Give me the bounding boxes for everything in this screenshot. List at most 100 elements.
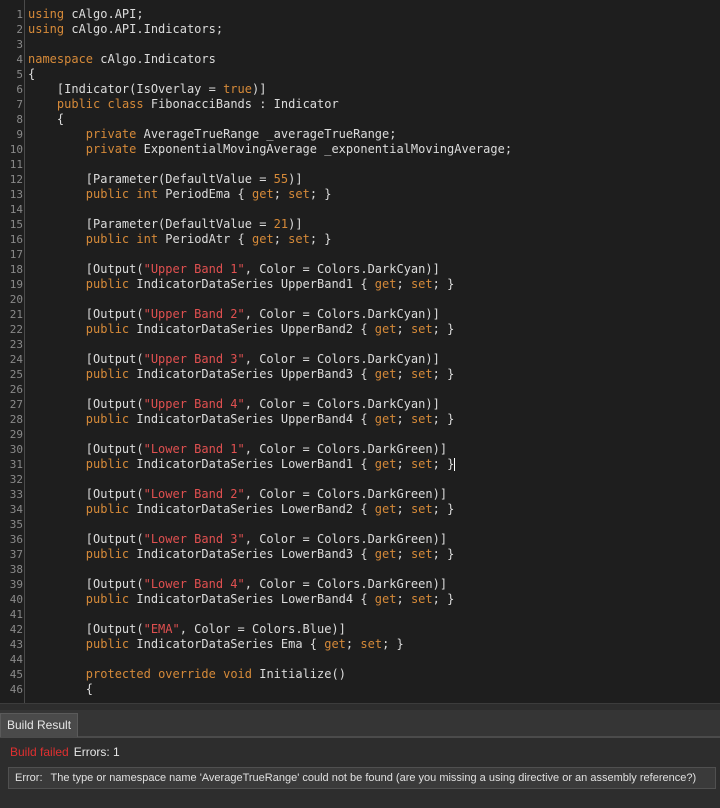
code-line[interactable]: 17: [0, 247, 720, 262]
string-token: "Upper Band 4": [143, 397, 245, 411]
code-line[interactable]: 36 [Output("Lower Band 3", Color = Color…: [0, 532, 720, 547]
code-text: public IndicatorDataSeries UpperBand2 { …: [28, 322, 455, 337]
code-line[interactable]: 32: [0, 472, 720, 487]
code-line[interactable]: 23: [0, 337, 720, 352]
keyword-token: get: [374, 547, 397, 561]
code-line[interactable]: 8 {: [0, 112, 720, 127]
panel-tab-bar: Build Result: [0, 710, 720, 738]
code-token: ; }: [382, 637, 404, 651]
code-token: [Indicator(IsOverlay =: [28, 82, 224, 96]
code-line[interactable]: 20: [0, 292, 720, 307]
errors-count: Errors: 1: [73, 745, 120, 759]
line-number: 24: [9, 353, 23, 366]
code-line[interactable]: 41: [0, 607, 720, 622]
number-token: 55: [273, 172, 289, 186]
code-token: AverageTrueRange _averageTrueRange;: [136, 127, 397, 141]
build-status: Build failed Errors: 1: [10, 745, 120, 759]
code-token: [Output(: [28, 442, 144, 456]
code-editor[interactable]: 1 using cAlgo.API; 2 using cAlgo.API.Indica…: [0, 0, 720, 704]
code-token: ; }: [432, 547, 455, 561]
code-text: public int PeriodEma { get; set; }: [28, 187, 332, 202]
keyword-token: void: [223, 667, 252, 681]
code-line[interactable]: 35: [0, 517, 720, 532]
code-line[interactable]: 24 [Output("Upper Band 3", Color = Color…: [0, 352, 720, 367]
tab-build-result[interactable]: Build Result: [0, 713, 79, 737]
code-line[interactable]: 3: [0, 37, 720, 52]
keyword-token: get: [374, 592, 397, 606]
line-number: 38: [9, 563, 23, 576]
code-line[interactable]: 44: [0, 652, 720, 667]
code-line[interactable]: 40 public IndicatorDataSeries LowerBand4…: [0, 592, 720, 607]
code-line[interactable]: 21 [Output("Upper Band 2", Color = Color…: [0, 307, 720, 322]
code-text: [Output("Upper Band 3", Color = Colors.D…: [28, 352, 440, 367]
code-line[interactable]: 10 private ExponentialMovingAverage _exp…: [0, 142, 720, 157]
code-line[interactable]: 37 public IndicatorDataSeries LowerBand3…: [0, 547, 720, 562]
code-line[interactable]: 16 public int PeriodAtr { get; set; }: [0, 232, 720, 247]
code-line[interactable]: 11: [0, 157, 720, 172]
error-row[interactable]: Error: The type or namespace name 'Averag…: [8, 767, 716, 789]
line-number: 33: [9, 488, 23, 501]
code-line[interactable]: 28 public IndicatorDataSeries UpperBand4…: [0, 412, 720, 427]
code-token: Initialize(): [252, 667, 346, 681]
line-number: 35: [9, 518, 23, 531]
code-line[interactable]: 39 [Output("Lower Band 4", Color = Color…: [0, 577, 720, 592]
line-number: 27: [9, 398, 23, 411]
code-text: public IndicatorDataSeries LowerBand4 { …: [28, 592, 455, 607]
code-token: ;: [273, 232, 289, 246]
code-text: private AverageTrueRange _averageTrueRan…: [28, 127, 397, 142]
code-token: ;: [273, 187, 289, 201]
code-line[interactable]: 6 [Indicator(IsOverlay = true)]: [0, 82, 720, 97]
code-line[interactable]: 29: [0, 427, 720, 442]
keyword-token: public: [85, 502, 130, 516]
string-token: "Upper Band 3": [143, 352, 245, 366]
code-token: FibonacciBands : Indicator: [143, 97, 339, 111]
code-line[interactable]: 43 public IndicatorDataSeries Ema { get;…: [0, 637, 720, 652]
code-token: IndicatorDataSeries UpperBand2 {: [129, 322, 375, 336]
code-line[interactable]: 22 public IndicatorDataSeries UpperBand2…: [0, 322, 720, 337]
code-line[interactable]: 19 public IndicatorDataSeries UpperBand1…: [0, 277, 720, 292]
code-line[interactable]: 2 using cAlgo.API.Indicators;: [0, 22, 720, 37]
line-number: 34: [9, 503, 23, 516]
code-token: , Color = Colors.DarkGreen)]: [244, 532, 448, 546]
code-line[interactable]: 12 [Parameter(DefaultValue = 55)]: [0, 172, 720, 187]
code-text: [Output("Lower Band 4", Color = Colors.D…: [28, 577, 447, 592]
string-token: "Lower Band 2": [143, 487, 245, 501]
code-line[interactable]: 13 public int PeriodEma { get; set; }: [0, 187, 720, 202]
code-line[interactable]: 14: [0, 202, 720, 217]
code-text: {: [28, 682, 93, 697]
code-line[interactable]: 7 public class FibonacciBands : Indicato…: [0, 97, 720, 112]
line-number: 7: [16, 98, 23, 111]
code-line[interactable]: 46 {: [0, 682, 720, 697]
code-token: ; }: [309, 232, 332, 246]
code-line[interactable]: 1 using cAlgo.API;: [0, 7, 720, 22]
code-token: ; }: [432, 322, 455, 336]
code-line[interactable]: 45 protected override void Initialize(): [0, 667, 720, 682]
keyword-token: int: [136, 187, 159, 201]
code-line[interactable]: 33 [Output("Lower Band 2", Color = Color…: [0, 487, 720, 502]
code-line[interactable]: 42 [Output("EMA", Color = Colors.Blue)]: [0, 622, 720, 637]
keyword-token: set: [288, 232, 310, 246]
string-token: "Lower Band 1": [143, 442, 245, 456]
code-text: [Output("Lower Band 1", Color = Colors.D…: [28, 442, 447, 457]
code-token: IndicatorDataSeries LowerBand4 {: [129, 592, 375, 606]
code-line[interactable]: 5{: [0, 67, 720, 82]
code-line[interactable]: 18 [Output("Upper Band 1", Color = Color…: [0, 262, 720, 277]
code-line[interactable]: 38: [0, 562, 720, 577]
keyword-token: set: [410, 592, 433, 606]
code-line[interactable]: 25 public IndicatorDataSeries UpperBand3…: [0, 367, 720, 382]
code-line[interactable]: 31 public IndicatorDataSeries LowerBand1…: [0, 457, 720, 472]
line-number: 16: [9, 233, 23, 246]
code-line[interactable]: 34 public IndicatorDataSeries LowerBand2…: [0, 502, 720, 517]
code-line[interactable]: 9 private AverageTrueRange _averageTrueR…: [0, 127, 720, 142]
code-text: [Indicator(IsOverlay = true)]: [28, 82, 267, 97]
code-line[interactable]: 30 [Output("Lower Band 1", Color = Color…: [0, 442, 720, 457]
code-line[interactable]: 26: [0, 382, 720, 397]
code-line[interactable]: 4 namespace cAlgo.Indicators: [0, 52, 720, 67]
code-line[interactable]: 15 [Parameter(DefaultValue = 21)]: [0, 217, 720, 232]
code-line[interactable]: 27 [Output("Upper Band 4", Color = Color…: [0, 397, 720, 412]
code-token: [Output(: [28, 307, 144, 321]
line-number: 17: [9, 248, 23, 261]
